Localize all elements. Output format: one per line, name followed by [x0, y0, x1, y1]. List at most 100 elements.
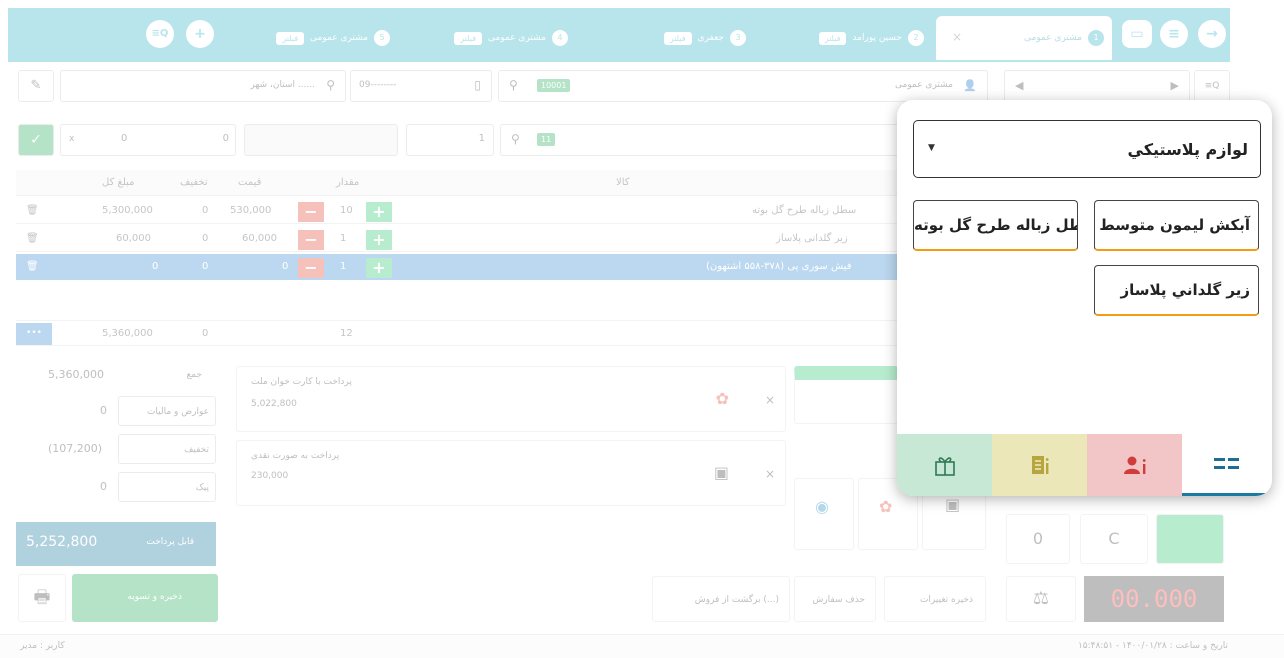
decrease-button[interactable]: − [298, 202, 324, 222]
trash-icon[interactable]: 🗑 [26, 254, 39, 279]
tax-label: عوارض و مالیات [146, 407, 209, 417]
row-sum: 60,000 [116, 233, 151, 244]
increase-button[interactable]: + [366, 230, 392, 250]
payment-card[interactable]: پرداخت با کارت خوان ملت 5,022,800 ✿ × [236, 366, 786, 432]
invoice-icon [1031, 456, 1049, 474]
trash-icon[interactable]: 🗑 [26, 226, 39, 251]
discount-field[interactable]: تخفیف [118, 434, 216, 464]
header-qty: مقدار [336, 177, 360, 188]
tab-gift[interactable] [897, 434, 992, 496]
tax-value: 0 [100, 404, 107, 417]
tab-1[interactable]: × مشتری عمومی 1 [936, 16, 1112, 60]
remove-icon[interactable]: × [765, 467, 775, 481]
save-settle-button[interactable]: ذخیره و تسویه [72, 574, 218, 622]
pager[interactable]: ▶ ◀ [1004, 70, 1190, 102]
bank-icon: ✿ [879, 497, 893, 516]
decrease-button[interactable]: − [298, 258, 324, 278]
increase-button[interactable]: + [366, 258, 392, 278]
card-pay-button[interactable]: ◉ [794, 478, 854, 550]
product-search[interactable]: ⚲ 11 [500, 124, 900, 156]
payment-cash[interactable]: پرداخت به صورت نقدی 230,000 ▣ × [236, 440, 786, 506]
tax-field[interactable]: عوارض و مالیات [118, 396, 216, 426]
delete-order-button[interactable]: حذف سفارش [794, 576, 876, 622]
tab-5[interactable]: فیلتر مشتری عمومی 5 [230, 16, 398, 60]
total-value: 5,360,000 [48, 368, 104, 381]
product-item[interactable]: سطل زباله طرح گل بوته [913, 200, 1078, 251]
total-label: جمع [186, 370, 202, 380]
prev-icon[interactable]: ◀ [1015, 79, 1023, 92]
field-b-value: 0 [222, 133, 229, 144]
search-icon[interactable]: ⚲ [509, 78, 518, 92]
row-discount: 0 [202, 233, 209, 244]
quantity-field[interactable]: 1 [406, 124, 494, 156]
multiply-label: x [69, 134, 75, 144]
price-field[interactable] [244, 124, 398, 156]
cash-icon: ▣ [945, 495, 961, 514]
phone-placeholder: 09-------- [359, 80, 397, 90]
confirm-icon[interactable]: ✓ [18, 124, 54, 156]
amount-field[interactable] [794, 366, 898, 424]
increase-button[interactable]: + [366, 202, 392, 222]
discount-field[interactable]: x 0 0 [60, 124, 236, 156]
trash-icon[interactable]: 🗑 [26, 198, 39, 223]
payable-value: 5,252,800 [26, 534, 98, 550]
chevron-down-icon: ▼ [928, 143, 935, 153]
decrease-button[interactable]: − [298, 230, 324, 250]
row-qty: 1 [340, 261, 347, 272]
next-icon[interactable]: ▶ [1171, 79, 1179, 92]
payment-amount: 5,022,800 [251, 399, 297, 409]
save-changes-button[interactable]: ذخیره تغییرات [884, 576, 986, 622]
address-field[interactable]: استان، شهر ...... ⚲ [60, 70, 346, 102]
forward-icon[interactable]: → [1198, 20, 1226, 48]
customer-code-tag: 10001 [537, 79, 571, 92]
tab-customer-info[interactable] [1087, 434, 1182, 496]
tab-3[interactable]: فیلتر جعفری 3 [578, 16, 754, 60]
header-discount: تخفیف [180, 177, 208, 188]
tab-number: 1 [1088, 30, 1104, 46]
status-user: کاربر : مدیر [20, 641, 65, 651]
header-name: کالا [616, 177, 630, 188]
tab-2[interactable]: فیلتر حسین پورامد 2 [756, 16, 932, 60]
more-button[interactable]: ••• [16, 323, 52, 345]
list-search-icon[interactable]: ≡Q [1194, 70, 1230, 102]
tab-number: 4 [552, 30, 568, 46]
payment-amount: 230,000 [251, 471, 289, 481]
field-a-value: 0 [121, 133, 128, 144]
summary-panel: جمع 5,360,000 عوارض و مالیات 0 تخفیف (10… [16, 356, 216, 566]
add-tab-button[interactable]: + [186, 20, 214, 48]
return-sale-button[interactable]: برگشت از فروش (...) [652, 576, 790, 622]
delete-order-label: حذف سفارش [812, 595, 865, 605]
price-display: 00.000 [1084, 576, 1224, 622]
key-0[interactable]: 0 [1006, 514, 1070, 564]
save-settle-label: ذخیره و تسویه [127, 592, 182, 602]
tab-label: مشتری عمومی [488, 33, 546, 43]
search-list-icon[interactable]: ≡Q [146, 20, 174, 48]
scale-icon[interactable]: ⚖ [1006, 576, 1076, 622]
phone-field[interactable]: 09-------- ▯ [350, 70, 492, 102]
key-enter[interactable] [1156, 514, 1224, 564]
save-changes-label: ذخیره تغییرات [919, 595, 973, 605]
close-icon[interactable]: × [952, 30, 962, 44]
tab-bar: → ≡ ▭ × مشتری عمومی 1 فیلتر حسین پورامد … [8, 8, 1230, 62]
print-icon[interactable]: 🖶 [18, 574, 66, 622]
product-item[interactable]: آبکش ليمون متوسط [1094, 200, 1259, 251]
address-placeholder: استان، شهر ...... [250, 80, 315, 90]
edit-icon[interactable]: ✎ [18, 70, 54, 102]
payment-title: پرداخت به صورت نقدی [251, 451, 340, 461]
total-sum: 5,360,000 [102, 328, 153, 339]
tab-number: 5 [374, 30, 390, 46]
product-item[interactable]: زير گلداني پلاساز [1094, 265, 1259, 316]
peak-field[interactable]: پیک [118, 472, 216, 502]
search-icon[interactable]: ⚲ [511, 132, 520, 146]
tab-invoice[interactable] [992, 434, 1087, 496]
list-icon [1214, 457, 1239, 469]
customer-field[interactable]: 👤 مشتری عمومی 10001 ⚲ [498, 70, 988, 102]
remove-icon[interactable]: × [765, 393, 775, 407]
menu-icon[interactable]: ≡ [1160, 20, 1188, 48]
keyboard-icon[interactable]: ▭ [1122, 20, 1152, 48]
tab-4[interactable]: فیلتر مشتری عمومی 4 [400, 16, 576, 60]
key-clear[interactable]: C [1080, 514, 1148, 564]
payment-title: پرداخت با کارت خوان ملت [251, 377, 352, 387]
category-select[interactable]: لوازم پلاستیکي ▼ [913, 120, 1261, 178]
tab-menu[interactable] [1182, 434, 1272, 496]
